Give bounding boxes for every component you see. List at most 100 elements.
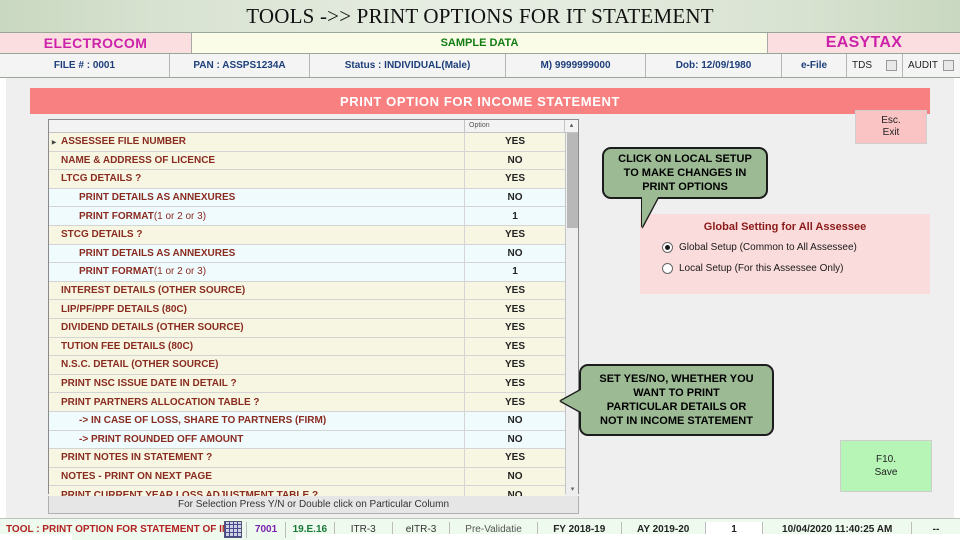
grid-row-option-value[interactable]: YES [465, 133, 565, 151]
exit-button[interactable]: Esc. Exit [855, 110, 927, 144]
callout-local-setup-line-1: CLICK ON LOCAL SETUP [618, 153, 752, 165]
bottom-gutter-right [296, 534, 960, 540]
sample-data-label: SAMPLE DATA [440, 37, 519, 49]
audit-checkbox-row[interactable]: AUDIT [903, 54, 959, 77]
grid-row-option-value[interactable]: YES [465, 449, 565, 467]
grid-row[interactable]: ASSESSEE FILE NUMBERYES [49, 133, 565, 152]
brand-easytax-label: EASYTAX [825, 34, 903, 51]
grid-vertical-scrollbar[interactable]: ▾ [565, 133, 578, 494]
grid-row[interactable]: PRINT DETAILS AS ANNEXURES NO [49, 244, 565, 264]
brand-easytax: EASYTAX [768, 33, 960, 53]
grid-row-option-value[interactable]: YES [465, 338, 565, 356]
callout-local-setup-line-2: TO MAKE CHANGES IN [623, 167, 747, 179]
scroll-up-arrow-icon[interactable]: ▴ [565, 120, 578, 132]
grid-row-option-value[interactable]: YES [465, 393, 565, 411]
grid-row-option-value[interactable]: NO [465, 189, 565, 207]
grid-row-option-value[interactable]: 1 [465, 207, 565, 225]
pan-field[interactable]: PAN : ASSPS1234A [170, 54, 310, 77]
scrollbar-thumb[interactable] [567, 133, 578, 228]
grid-row-label: PRINT NSC ISSUE DATE IN DETAIL ? [49, 374, 465, 393]
grid-row[interactable]: -> IN CASE OF LOSS, SHARE TO PARTNERS (F… [49, 411, 565, 431]
dob-field[interactable]: Dob: 12/09/1980 [646, 54, 782, 77]
grid-row-label: NAME & ADDRESS OF LICENCE [49, 151, 465, 170]
grid-row[interactable]: PRINT FORMAT (1 or 2 or 3) 1 [49, 263, 565, 282]
grid-row[interactable]: -> PRINT ROUNDED OFF AMOUNT NO [49, 430, 565, 450]
grid-row-label: NOTES - PRINT ON NEXT PAGE [49, 467, 465, 486]
tds-checkbox-row[interactable]: TDS [847, 54, 903, 77]
grid-row[interactable]: N.S.C. DETAIL (OTHER SOURCE) YES [49, 356, 565, 375]
radio-local-setup-icon[interactable] [662, 263, 673, 274]
grid-row-option-value[interactable]: YES [465, 356, 565, 374]
grid-row-option-value[interactable]: NO [465, 152, 565, 170]
grid-row[interactable]: NAME & ADDRESS OF LICENCE NO [49, 151, 565, 171]
radio-local-setup-label: Local Setup (For this Assessee Only) [679, 263, 844, 274]
sample-data-banner: SAMPLE DATA [192, 33, 768, 53]
grid-row-option-value[interactable]: NO [465, 468, 565, 486]
save-button[interactable]: F10. Save [840, 440, 932, 492]
callout-yes-no-line-3: PARTICULAR DETAILS OR [606, 401, 747, 413]
radio-global-setup-icon[interactable] [662, 242, 673, 253]
grid-row[interactable]: NOTES - PRINT ON NEXT PAGE NO [49, 467, 565, 487]
grid-row[interactable]: PRINT PARTNERS ALLOCATION TABLE ? YES [49, 393, 565, 412]
grid-row-label: PRINT NOTES IN STATEMENT ? [49, 449, 465, 467]
exit-button-label: Exit [882, 127, 900, 138]
callout-yes-no-line-1: SET YES/NO, WHETHER YOU [599, 373, 754, 385]
calculator-grid-icon[interactable] [224, 521, 243, 538]
brand-electrocom: ELECTROCOM [0, 33, 192, 53]
grid-row[interactable]: TUTION FEE DETAILS (80C) YES [49, 337, 565, 357]
grid-row-label: LTCG DETAILS ? [49, 170, 465, 188]
grid-row[interactable]: LTCG DETAILS ? YES [49, 170, 565, 189]
print-options-grid[interactable]: Option ▴ ASSESSEE FILE NUMBERYESNAME & A… [48, 119, 579, 505]
callout-yes-no-pointer [561, 390, 581, 412]
grid-row-option-value[interactable]: YES [465, 282, 565, 300]
scroll-down-arrow-icon[interactable]: ▾ [566, 485, 579, 493]
grid-row-label-suffix: (1 or 2 or 3) [153, 210, 207, 222]
audit-label: AUDIT [908, 60, 938, 71]
bottom-gutter-left [0, 534, 72, 540]
grid-row-option-value[interactable]: YES [465, 319, 565, 337]
radio-global-setup-label: Global Setup (Common to All Assessee) [679, 242, 857, 253]
mobile-field[interactable]: M) 9999999000 [506, 54, 646, 77]
grid-row-label: -> PRINT ROUNDED OFF AMOUNT [49, 430, 465, 449]
grid-row-label: ASSESSEE FILE NUMBER [49, 133, 465, 151]
grid-row[interactable]: PRINT NOTES IN STATEMENT ? YES [49, 449, 565, 468]
global-setting-title: Global Setting for All Assessee [703, 221, 867, 233]
grid-row[interactable]: INTEREST DETAILS (OTHER SOURCE) YES [49, 281, 565, 301]
print-option-panel-title: PRINT OPTION FOR INCOME STATEMENT [339, 93, 621, 109]
grid-row-label: TUTION FEE DETAILS (80C) [49, 337, 465, 356]
main-canvas: PRINT OPTION FOR INCOME STATEMENT Option… [0, 78, 960, 518]
grid-row-option-value[interactable]: YES [465, 170, 565, 188]
audit-checkbox[interactable] [943, 60, 954, 71]
grid-row[interactable]: PRINT FORMAT (1 or 2 or 3) 1 [49, 207, 565, 226]
grid-row[interactable]: STCG DETAILS ? YES [49, 225, 565, 245]
efile-button[interactable]: e-File [782, 54, 847, 77]
assessee-info-bar: FILE # : 0001 PAN : ASSPS1234A Status : … [0, 54, 960, 78]
grid-row[interactable]: PRINT DETAILS AS ANNEXURES NO [49, 188, 565, 208]
radio-option-global-setup[interactable]: Global Setup (Common to All Assessee) [640, 242, 930, 253]
grid-row[interactable]: LIP/PF/PPF DETAILS (80C) YES [49, 300, 565, 319]
grid-row-label: PRINT FORMAT (1 or 2 or 3) [49, 263, 465, 281]
radio-option-local-setup[interactable]: Local Setup (For this Assessee Only) [640, 263, 930, 274]
grid-row-option-value[interactable]: YES [465, 300, 565, 318]
grid-row-option-value[interactable]: YES [465, 375, 565, 393]
application-window: TOOLS ->> PRINT OPTIONS FOR IT STATEMENT… [0, 0, 960, 540]
grid-row[interactable]: PRINT NSC ISSUE DATE IN DETAIL ? YES [49, 374, 565, 394]
grid-row-option-value[interactable]: NO [465, 431, 565, 449]
grid-body: ASSESSEE FILE NUMBERYESNAME & ADDRESS OF… [49, 133, 578, 505]
grid-row-label: PRINT DETAILS AS ANNEXURES [49, 244, 465, 263]
grid-row-option-value[interactable]: YES [465, 226, 565, 244]
file-number-field[interactable]: FILE # : 0001 [0, 54, 170, 77]
callout-local-setup: CLICK ON LOCAL SETUP TO MAKE CHANGES IN … [602, 147, 768, 227]
tds-label: TDS [852, 60, 872, 71]
grid-row-option-value[interactable]: NO [465, 412, 565, 430]
grid-row[interactable]: DIVIDEND DETAILS (OTHER SOURCE) YES [49, 318, 565, 338]
grid-row-label: -> IN CASE OF LOSS, SHARE TO PARTNERS (F… [49, 411, 465, 430]
save-button-label: Save [874, 467, 898, 478]
grid-row-label: DIVIDEND DETAILS (OTHER SOURCE) [49, 318, 465, 337]
grid-header-option: Option [465, 120, 565, 132]
grid-row-option-value[interactable]: NO [465, 245, 565, 263]
status-field[interactable]: Status : INDIVIDUAL(Male) [310, 54, 506, 77]
grid-row-option-value[interactable]: 1 [465, 263, 565, 281]
tds-checkbox[interactable] [886, 60, 897, 71]
status-code[interactable]: 7001 [246, 521, 285, 538]
